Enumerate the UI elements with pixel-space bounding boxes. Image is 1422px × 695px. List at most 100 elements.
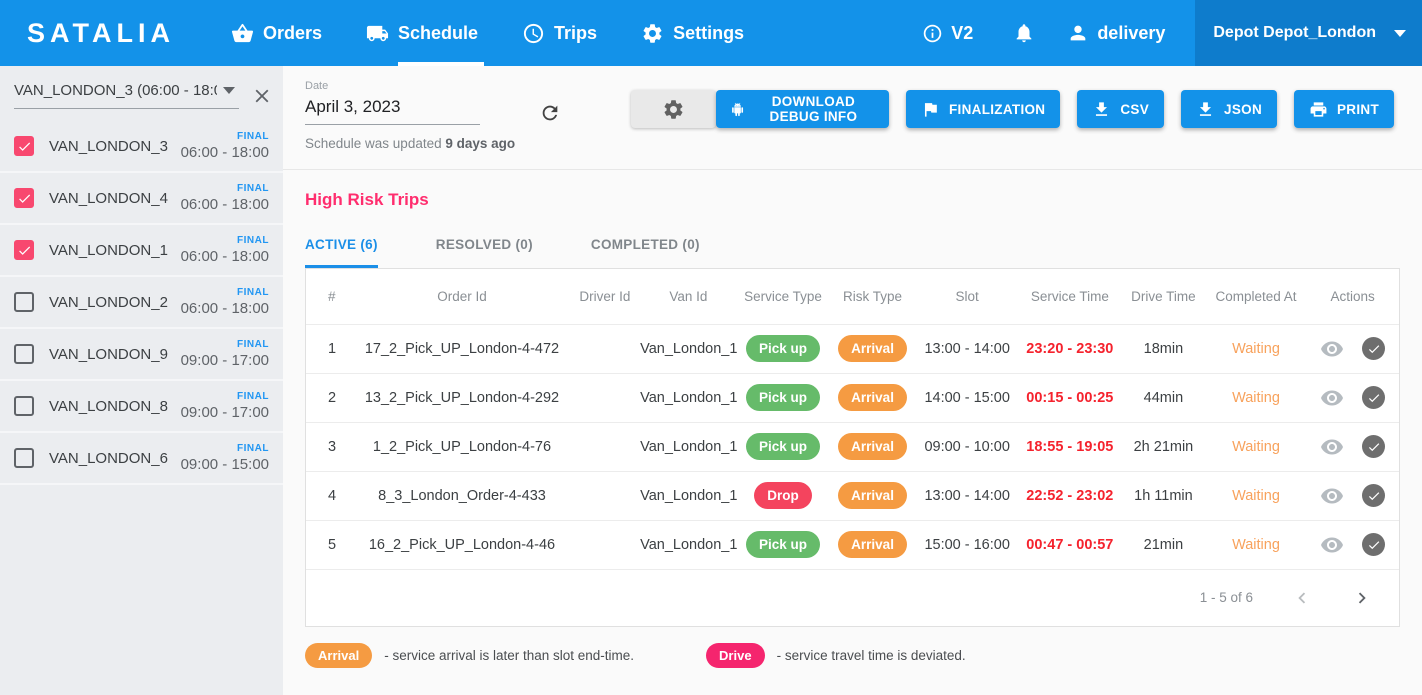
clock-icon xyxy=(522,22,545,45)
refresh-icon xyxy=(539,102,561,124)
van-filter-select[interactable]: VAN_LONDON_3 (06:00 - 18:0... xyxy=(14,82,239,109)
van-checkbox[interactable] xyxy=(14,240,34,260)
resolve-trip-button[interactable] xyxy=(1362,435,1385,458)
table-body: 1 17_2_Pick_UP_London-4-472 Van_London_1… xyxy=(306,324,1399,569)
van-list-item[interactable]: VAN_LONDON_9 FINAL 09:00 - 17:00 xyxy=(0,329,283,381)
resolve-trip-button[interactable] xyxy=(1362,386,1385,409)
risk-tab[interactable]: ACTIVE (6) xyxy=(305,237,378,268)
print-button[interactable]: PRINT xyxy=(1294,90,1394,128)
column-header: Order Id xyxy=(354,269,569,324)
notifications-button[interactable] xyxy=(1013,22,1035,44)
depot-label: Depot Depot_London xyxy=(1213,24,1376,42)
app-logo[interactable]: SATALIA xyxy=(27,18,175,49)
cell-completed-at: Waiting xyxy=(1206,324,1307,373)
van-list-item[interactable]: VAN_LONDON_4 FINAL 06:00 - 18:00 xyxy=(0,173,283,225)
van-list-item[interactable]: VAN_LONDON_8 FINAL 09:00 - 17:00 xyxy=(0,381,283,433)
risk-type-badge: Arrival xyxy=(838,433,907,460)
eye-icon xyxy=(1320,337,1344,361)
finalization-button[interactable]: FINALIZATION xyxy=(906,90,1060,128)
van-filter-value: VAN_LONDON_3 (06:00 - 18:0... xyxy=(14,82,217,99)
final-badge: FINAL xyxy=(181,287,269,298)
check-icon xyxy=(1367,440,1381,454)
clear-filter-button[interactable] xyxy=(251,85,273,107)
main-content: Date April 3, 2023 Schedule was updated … xyxy=(283,66,1422,695)
resolve-trip-button[interactable] xyxy=(1362,533,1385,556)
van-time: 06:00 - 18:00 xyxy=(181,248,269,265)
resolve-trip-button[interactable] xyxy=(1362,484,1385,507)
legend-badge: Drive xyxy=(706,643,765,668)
view-trip-button[interactable] xyxy=(1320,484,1344,508)
updated-prefix: Schedule was updated xyxy=(305,136,442,151)
van-list-item[interactable]: VAN_LONDON_2 FINAL 06:00 - 18:00 xyxy=(0,277,283,329)
final-badge: FINAL xyxy=(181,183,269,194)
table-row: 3 1_2_Pick_UP_London-4-76 Van_London_1 P… xyxy=(306,422,1399,471)
van-checkbox[interactable] xyxy=(14,292,34,312)
nav-item-schedule[interactable]: Schedule xyxy=(366,0,478,66)
van-name: VAN_LONDON_4 xyxy=(49,190,181,207)
nav-item-trips[interactable]: Trips xyxy=(522,0,597,66)
nav-item-settings[interactable]: Settings xyxy=(641,0,744,66)
view-trip-button[interactable] xyxy=(1320,386,1344,410)
eye-icon xyxy=(1320,386,1344,410)
risk-tab[interactable]: RESOLVED (0) xyxy=(436,237,533,268)
nav-label-settings: Settings xyxy=(673,23,744,44)
check-icon xyxy=(17,139,32,154)
column-header: Completed At xyxy=(1206,269,1307,324)
depot-selector[interactable]: Depot Depot_London xyxy=(1195,0,1422,66)
cell-num: 1 xyxy=(306,324,354,373)
cell-driver-id xyxy=(570,373,640,422)
schedule-settings-button[interactable] xyxy=(631,90,716,128)
view-trip-button[interactable] xyxy=(1320,533,1344,557)
chevron-down-icon xyxy=(223,87,235,94)
van-checkbox[interactable] xyxy=(14,344,34,364)
date-field[interactable]: Date April 3, 2023 xyxy=(305,80,480,125)
user-menu[interactable]: delivery xyxy=(1067,22,1165,44)
chevron-left-icon xyxy=(1291,587,1313,609)
van-filter-row: VAN_LONDON_3 (06:00 - 18:0... xyxy=(0,66,283,109)
button-label: CSV xyxy=(1120,102,1149,117)
table-row: 5 16_2_Pick_UP_London-4-46 Van_London_1 … xyxy=(306,520,1399,569)
version-button[interactable]: V2 xyxy=(922,23,973,44)
van-checkbox[interactable] xyxy=(14,396,34,416)
previous-page-button[interactable] xyxy=(1291,587,1313,609)
van-time: 09:00 - 15:00 xyxy=(181,456,269,473)
csv-button[interactable]: CSV xyxy=(1077,90,1164,128)
download-debug-info-button[interactable]: DOWNLOAD DEBUG INFO xyxy=(716,90,889,128)
cell-order-id: 1_2_Pick_UP_London-4-76 xyxy=(354,422,569,471)
risk-tab[interactable]: COMPLETED (0) xyxy=(591,237,700,268)
printer-icon xyxy=(1309,100,1328,119)
cell-slot: 13:00 - 14:00 xyxy=(916,324,1019,373)
nav-item-orders[interactable]: Orders xyxy=(231,0,322,66)
view-trip-button[interactable] xyxy=(1320,435,1344,459)
view-trip-button[interactable] xyxy=(1320,337,1344,361)
van-checkbox[interactable] xyxy=(14,448,34,468)
van-name: VAN_LONDON_6 xyxy=(49,450,181,467)
button-label: JSON xyxy=(1224,102,1262,117)
date-value[interactable]: April 3, 2023 xyxy=(305,92,480,125)
column-header: Service Type xyxy=(737,269,830,324)
van-list-item[interactable]: VAN_LONDON_1 FINAL 06:00 - 18:00 xyxy=(0,225,283,277)
nav-label-trips: Trips xyxy=(554,23,597,44)
check-icon xyxy=(1367,489,1381,503)
toolbar-buttons: DOWNLOAD DEBUG INFO FINALIZATION CSV JSO… xyxy=(716,90,1394,128)
next-page-button[interactable] xyxy=(1351,587,1373,609)
cell-van-id: Van_London_1 xyxy=(640,520,737,569)
button-label: DOWNLOAD DEBUG INFO xyxy=(753,94,874,124)
table-row: 2 13_2_Pick_UP_London-4-292 Van_London_1… xyxy=(306,373,1399,422)
resolve-trip-button[interactable] xyxy=(1362,337,1385,360)
cell-van-id: Van_London_1 xyxy=(640,373,737,422)
eye-icon xyxy=(1320,484,1344,508)
cell-drive-time: 1h 11min xyxy=(1121,471,1206,520)
van-checkbox[interactable] xyxy=(14,188,34,208)
cell-drive-time: 44min xyxy=(1121,373,1206,422)
van-checkbox[interactable] xyxy=(14,136,34,156)
van-list-item[interactable]: VAN_LONDON_6 FINAL 09:00 - 15:00 xyxy=(0,433,283,485)
cell-order-id: 17_2_Pick_UP_London-4-472 xyxy=(354,324,569,373)
cell-driver-id xyxy=(570,520,640,569)
van-list-item[interactable]: VAN_LONDON_3 FINAL 06:00 - 18:00 xyxy=(0,121,283,173)
eye-icon xyxy=(1320,533,1344,557)
user-label: delivery xyxy=(1097,23,1165,44)
json-button[interactable]: JSON xyxy=(1181,90,1277,128)
cell-driver-id xyxy=(570,422,640,471)
refresh-button[interactable] xyxy=(539,102,561,124)
